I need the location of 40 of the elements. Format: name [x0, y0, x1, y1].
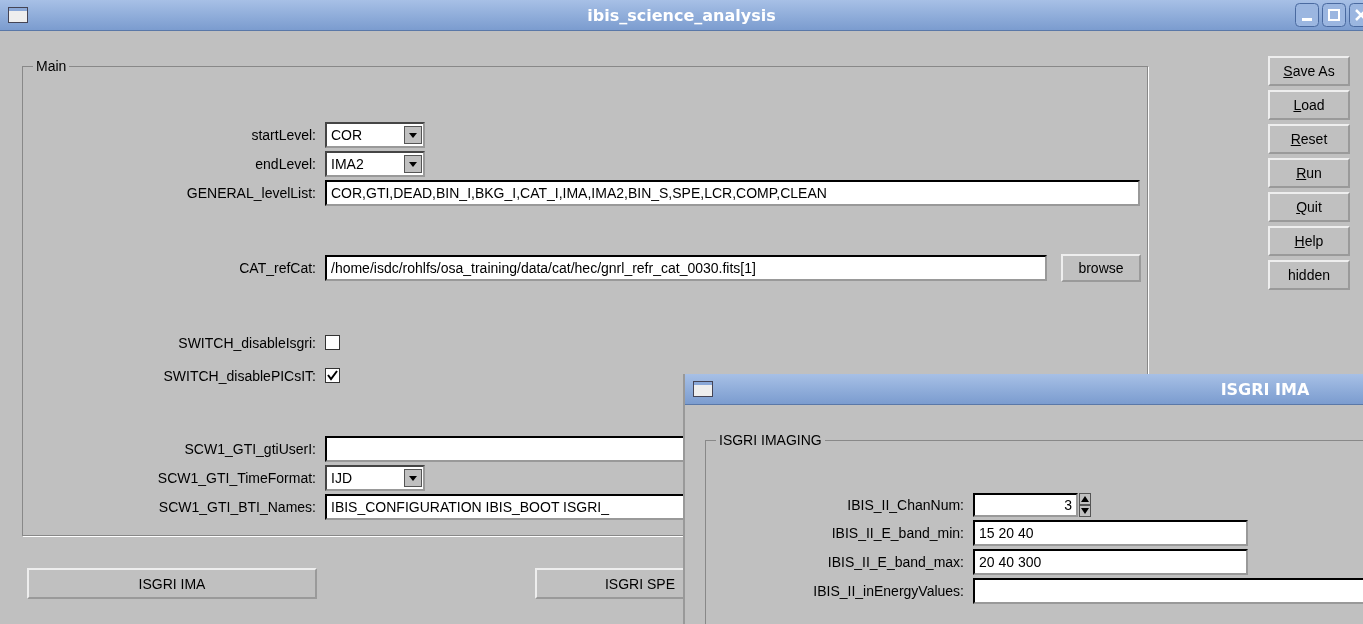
- browse-button[interactable]: browse: [1061, 254, 1141, 282]
- input-field[interactable]: COR,GTI,DEAD,BIN_I,BKG_I,CAT_I,IMA,IMA2,BIN_S,SPE,LCR,COMP,CLEAN: [325, 180, 1140, 206]
- checkbox[interactable]: [325, 335, 340, 350]
- field-label: CAT_refCat:: [238, 260, 316, 276]
- input-field[interactable]: 20 40 300: [973, 549, 1248, 575]
- window-title: ibis_science_analysis: [587, 5, 776, 25]
- field-label: SWITCH_disablePICsIT:: [162, 367, 316, 384]
- group-label: ISGRI IMAGING: [718, 432, 823, 448]
- dropdown[interactable]: IJD: [325, 465, 425, 491]
- field-label: GENERAL_levelList:: [185, 185, 316, 201]
- minimize-icon[interactable]: [1295, 3, 1319, 27]
- window-button[interactable]: ISGRI IMA: [27, 568, 317, 599]
- spinner-arrows-icon[interactable]: [1079, 493, 1091, 517]
- input-field[interactable]: 15 20 40: [973, 520, 1248, 546]
- field-label: SCW1_GTI_TimeFormat:: [156, 470, 316, 486]
- field-label: SCW1_GTI_gtiUserI:: [183, 441, 316, 457]
- action-button[interactable]: hidden: [1268, 260, 1350, 290]
- dropdown[interactable]: COR: [325, 122, 425, 148]
- maximize-icon[interactable]: [1322, 3, 1346, 27]
- dropdown[interactable]: IMA2: [325, 151, 425, 177]
- window-menu-icon[interactable]: [8, 7, 28, 23]
- field-label: SCW1_GTI_BTI_Names:: [157, 499, 316, 515]
- action-button[interactable]: Save As: [1268, 56, 1350, 86]
- field-label: SWITCH_disableIsgri:: [177, 334, 316, 351]
- action-button[interactable]: Run: [1268, 158, 1350, 188]
- checkbox[interactable]: [325, 368, 340, 383]
- action-button[interactable]: Load: [1268, 90, 1350, 120]
- field-label: IBIS_II_E_band_max:: [826, 554, 964, 570]
- field-label: startLevel:: [250, 127, 316, 143]
- number-field[interactable]: 3: [973, 493, 1078, 517]
- action-button[interactable]: Quit: [1268, 192, 1350, 222]
- action-button[interactable]: Reset: [1268, 124, 1350, 154]
- action-button[interactable]: Help: [1268, 226, 1350, 256]
- window-title: ISGRI IMA: [1220, 379, 1310, 399]
- group-label: Main: [35, 58, 68, 74]
- field-label: IBIS_II_E_band_min:: [830, 525, 964, 541]
- window-menu-icon[interactable]: [693, 381, 713, 397]
- field-label: endLevel:: [254, 156, 316, 172]
- field-label: IBIS_II_ChanNum:: [846, 497, 964, 513]
- input-field[interactable]: /home/isdc/rohlfs/osa_training/data/cat/hec/gnrl_refr_cat_0030.fits[1]: [325, 255, 1047, 281]
